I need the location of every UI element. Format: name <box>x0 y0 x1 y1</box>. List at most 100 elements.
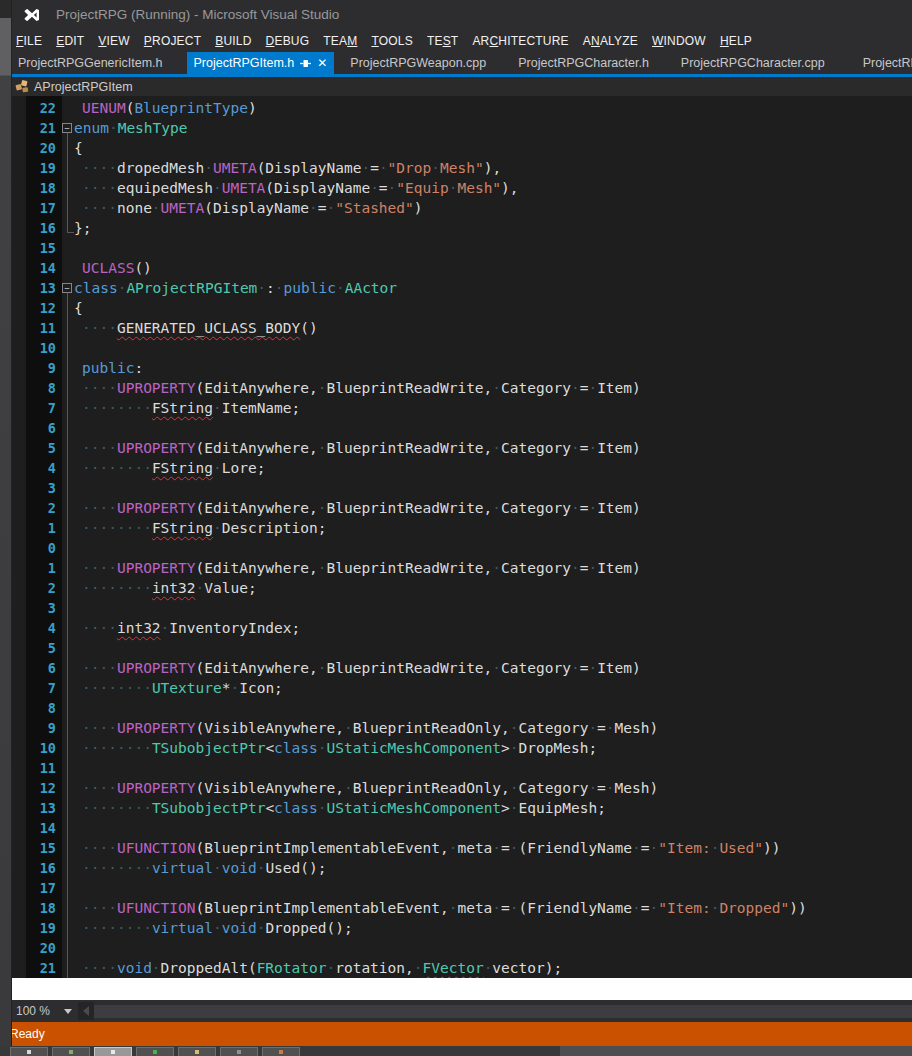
code-line[interactable]: 6····UPROPERTY(EditAnywhere,·BlueprintRe… <box>12 658 912 678</box>
menu-item-file[interactable]: FILE <box>9 34 49 48</box>
tab-projectrpggenericitem.h[interactable]: ProjectRPGGenericItem.h <box>12 52 183 74</box>
code-line[interactable]: 11 <box>12 758 912 778</box>
taskbar-button[interactable] <box>10 1047 48 1056</box>
code-line[interactable]: 19········virtual·void·Dropped(); <box>12 918 912 938</box>
breadcrumb-scope[interactable]: AProjectRPGItem <box>34 80 133 94</box>
menu-item-team[interactable]: TEAM <box>316 34 364 48</box>
fold-margin <box>62 98 82 118</box>
menu-item-build[interactable]: BUILD <box>208 34 258 48</box>
code-line[interactable]: 9public: <box>12 358 912 378</box>
code-line[interactable]: 9····UPROPERTY(VisibleAnywhere,·Blueprin… <box>12 718 912 738</box>
fold-collapse-box[interactable]: − <box>62 278 74 298</box>
horizontal-scroll-left-arrow[interactable] <box>78 1002 94 1020</box>
code-line[interactable]: 4········FString·Lore; <box>12 458 912 478</box>
code-line[interactable]: 5····UPROPERTY(EditAnywhere,·BlueprintRe… <box>12 438 912 458</box>
tab-projectrpgcharacter.h[interactable]: ProjectRPGCharacter.h <box>502 52 665 74</box>
code-line[interactable]: 11····GENERATED_UCLASS_BODY() <box>12 318 912 338</box>
code-line[interactable]: 7········FString·ItemName; <box>12 398 912 418</box>
taskbar-button[interactable] <box>178 1047 216 1056</box>
code-line[interactable]: 10········TSubobjectPtr<class·UStaticMes… <box>12 738 912 758</box>
code-line[interactable]: 2····UPROPERTY(EditAnywhere,·BlueprintRe… <box>12 498 912 518</box>
code-line[interactable]: 21····void·DroppedAlt(FRotator·rotation,… <box>12 958 912 978</box>
code-line[interactable]: 6 <box>12 418 912 438</box>
chevron-down-icon[interactable] <box>64 1009 72 1014</box>
line-number: 4 <box>26 618 62 638</box>
code-line[interactable]: 17 <box>12 878 912 898</box>
code-line[interactable]: 13−class·AProjectRPGItem·:·public·AActor <box>12 278 912 298</box>
code-line[interactable]: 14UCLASS() <box>12 258 912 278</box>
menu-item-edit[interactable]: EDIT <box>49 34 91 48</box>
menu-item-view[interactable]: VIEW <box>91 34 136 48</box>
fold-margin <box>62 698 82 718</box>
code-line[interactable]: 18····equipedMesh·UMETA(DisplayName·=·"E… <box>12 178 912 198</box>
code-line[interactable]: 5 <box>12 638 912 658</box>
windows-taskbar <box>0 1046 912 1056</box>
fold-margin <box>62 938 82 958</box>
code-editor[interactable]: 22UENUM(BlueprintType)21−enum·MeshType20… <box>12 96 912 978</box>
fold-margin <box>62 838 82 858</box>
code-line[interactable]: 1········FString·Description; <box>12 518 912 538</box>
code-line[interactable]: 16}; <box>12 218 912 238</box>
taskbar-button-icon <box>195 1050 199 1054</box>
code-line[interactable]: 22UENUM(BlueprintType) <box>12 98 912 118</box>
code-line[interactable]: 17····none·UMETA(DisplayName·=·"Stashed"… <box>12 198 912 218</box>
taskbar-button-icon <box>153 1050 157 1054</box>
code-line[interactable]: 7········UTexture*·Icon; <box>12 678 912 698</box>
pin-icon[interactable] <box>299 57 312 70</box>
menu-item-tools[interactable]: TOOLS <box>364 34 419 48</box>
code-line[interactable]: 19····dropedMesh·UMETA(DisplayName·=·"Dr… <box>12 158 912 178</box>
code-line[interactable]: 8 <box>12 698 912 718</box>
taskbar-button[interactable] <box>220 1047 258 1056</box>
code-line[interactable]: 1····UPROPERTY(EditAnywhere,·BlueprintRe… <box>12 558 912 578</box>
code-line[interactable]: 16········virtual·void·Used(); <box>12 858 912 878</box>
menu-item-analyze[interactable]: ANALYZE <box>576 34 645 48</box>
horizontal-scrollbar[interactable] <box>94 1005 912 1018</box>
code-line[interactable]: 13········TSubobjectPtr<class·UStaticMes… <box>12 798 912 818</box>
code-line[interactable]: 12····UPROPERTY(VisibleAnywhere,·Bluepri… <box>12 778 912 798</box>
code-text: ········virtual·void·Dropped(); <box>82 918 353 938</box>
code-line[interactable]: 4····int32·InventoryIndex; <box>12 618 912 638</box>
menu-item-test[interactable]: TEST <box>420 34 465 48</box>
code-line[interactable]: 12{ <box>12 298 912 318</box>
menu-item-project[interactable]: PROJECT <box>137 34 208 48</box>
zoom-level-dropdown[interactable]: 100 % <box>16 1004 50 1018</box>
tab-projectrpg[interactable]: ProjectRPG <box>847 52 912 74</box>
code-line[interactable]: 18····UFUNCTION(BlueprintImplementableEv… <box>12 898 912 918</box>
fold-margin <box>62 738 82 758</box>
code-line[interactable]: 3 <box>12 478 912 498</box>
taskbar-button[interactable] <box>136 1047 174 1056</box>
menu-item-window[interactable]: WINDOW <box>645 34 713 48</box>
tab-projectrpgcharacter.cpp[interactable]: ProjectRPGCharacter.cpp <box>665 52 841 74</box>
code-line[interactable]: 3 <box>12 598 912 618</box>
code-line[interactable]: 0 <box>12 538 912 558</box>
code-line[interactable]: 8····UPROPERTY(EditAnywhere,·BlueprintRe… <box>12 378 912 398</box>
fold-margin <box>62 218 74 238</box>
taskbar-button[interactable] <box>262 1047 300 1056</box>
fold-margin <box>62 258 82 278</box>
code-line[interactable]: 20 <box>12 938 912 958</box>
code-line[interactable]: 15····UFUNCTION(BlueprintImplementableEv… <box>12 838 912 858</box>
close-icon[interactable]: ✕ <box>317 56 327 70</box>
line-number: 6 <box>26 418 62 438</box>
code-line[interactable]: 10 <box>12 338 912 358</box>
line-number: 3 <box>26 598 62 618</box>
tab-projectrpgitem.h[interactable]: ProjectRPGItem.h✕ <box>187 52 335 74</box>
menu-item-debug[interactable]: DEBUG <box>259 34 317 48</box>
code-line[interactable]: 21−enum·MeshType <box>12 118 912 138</box>
fold-collapse-box[interactable]: − <box>62 118 74 138</box>
line-number: 18 <box>26 898 62 918</box>
taskbar-button[interactable] <box>94 1047 132 1056</box>
code-line[interactable]: 14 <box>12 818 912 838</box>
fold-margin <box>62 238 82 258</box>
tab-projectrpgweapon.cpp[interactable]: ProjectRPGWeapon.cpp <box>334 52 502 74</box>
taskbar-button[interactable] <box>52 1047 90 1056</box>
line-number: 15 <box>26 238 62 258</box>
menu-item-architecture[interactable]: ARCHITECTURE <box>465 34 575 48</box>
code-lines: 22UENUM(BlueprintType)21−enum·MeshType20… <box>12 98 912 978</box>
line-number: 21 <box>26 958 62 978</box>
code-line[interactable]: 15 <box>12 238 912 258</box>
code-text: ····equipedMesh·UMETA(DisplayName·=·"Equ… <box>82 178 519 198</box>
code-line[interactable]: 2········int32·Value; <box>12 578 912 598</box>
code-line[interactable]: 20{ <box>12 138 912 158</box>
menu-item-help[interactable]: HELP <box>713 34 759 48</box>
